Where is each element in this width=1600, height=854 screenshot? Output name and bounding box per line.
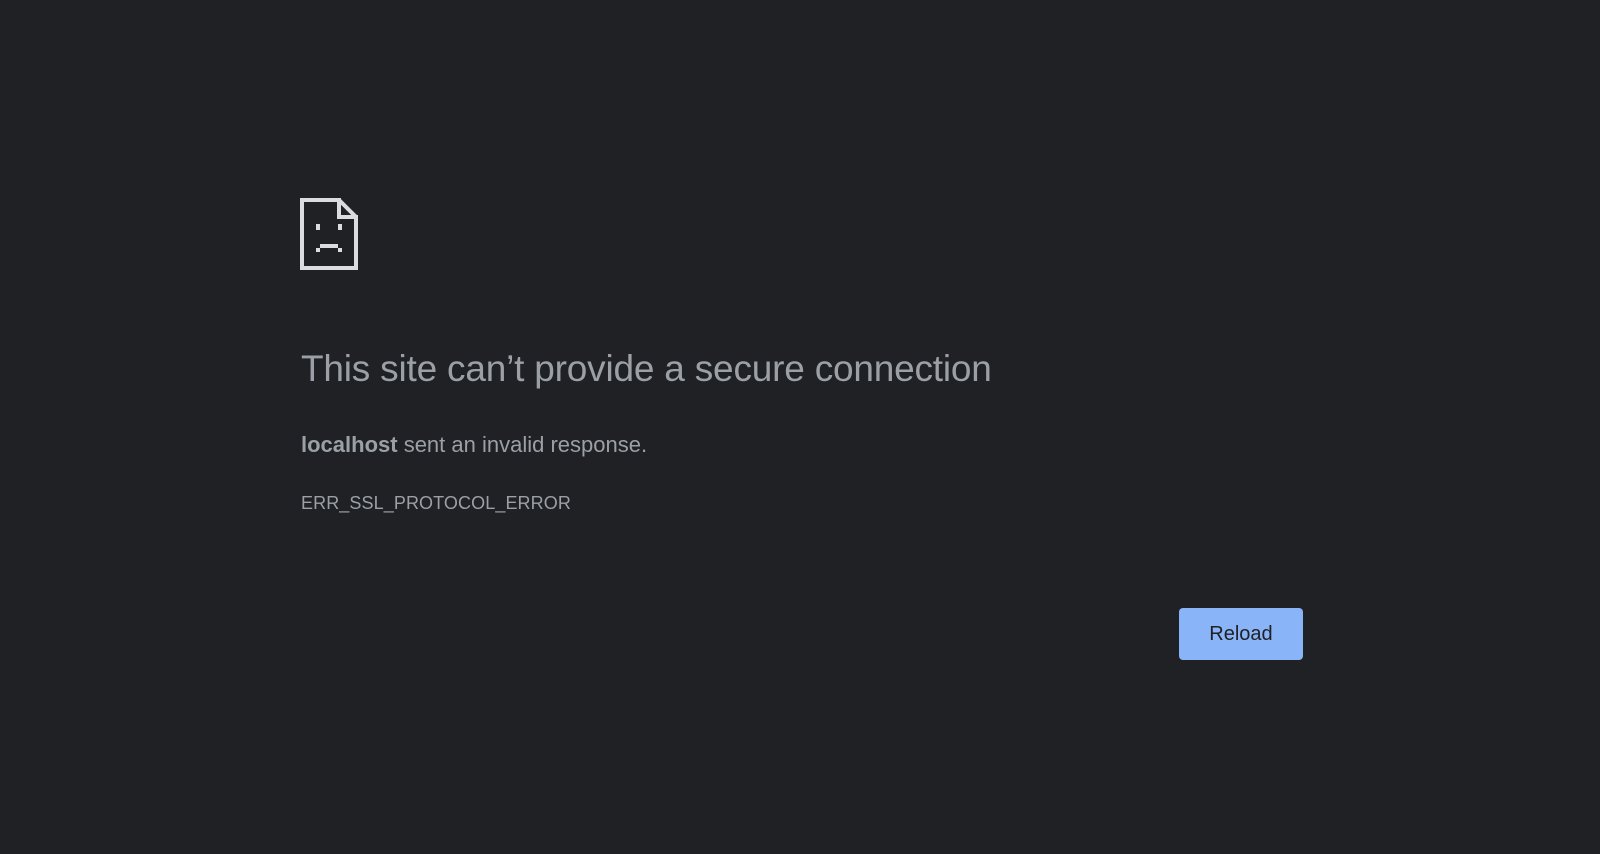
host-name: localhost <box>301 432 398 457</box>
error-code: ERR_SSL_PROTOCOL_ERROR <box>301 493 571 513</box>
main-heading: This site can’t provide a secure connect… <box>301 348 992 389</box>
error-page: This site can’t provide a secure connect… <box>0 0 1600 854</box>
error-summary-text: sent an invalid response. <box>397 432 648 457</box>
reload-button[interactable]: Reload <box>1179 608 1303 660</box>
error-summary: localhost sent an invalid response. <box>301 432 647 458</box>
sad-document-icon <box>300 198 358 270</box>
